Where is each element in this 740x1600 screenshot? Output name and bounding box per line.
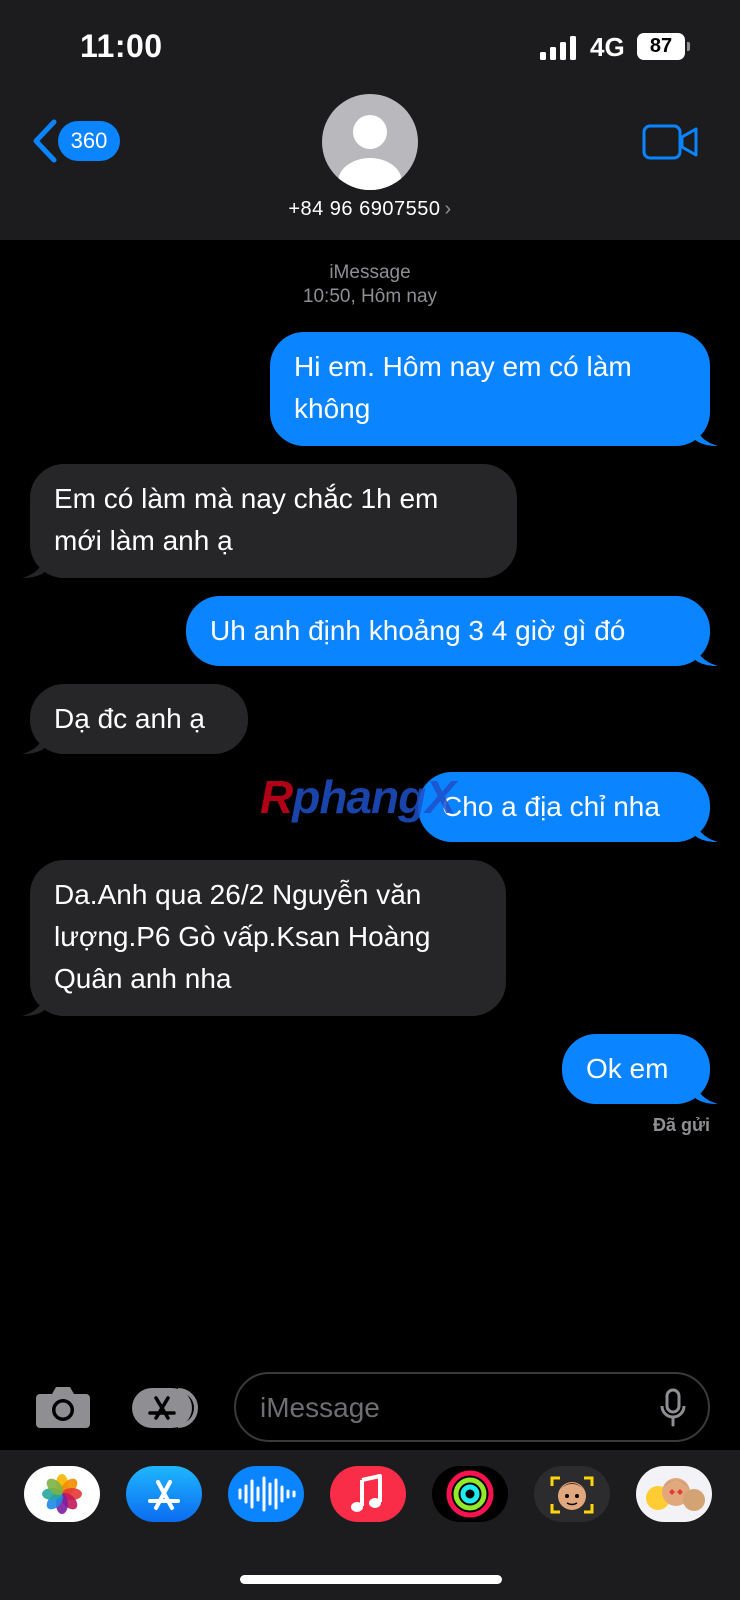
message-line: Quân anh nha: [54, 963, 232, 994]
message-line: Dạ đc anh ạ: [54, 703, 205, 734]
incoming-message[interactable]: Dạ đc anh ạ: [30, 684, 248, 754]
camera-icon[interactable]: [34, 1384, 92, 1430]
home-indicator[interactable]: [240, 1575, 502, 1584]
message-line: Cho a địa chỉ nha: [442, 791, 660, 822]
bubble-tail: [22, 728, 46, 754]
message-line: Ok em: [586, 1053, 669, 1084]
memoji-icon[interactable]: [534, 1466, 610, 1522]
back-chevron-icon[interactable]: [30, 118, 60, 164]
bubble-tail: [694, 1078, 718, 1104]
incoming-message[interactable]: Em có làm mà nay chắc 1h em mới làm anh …: [30, 464, 517, 578]
contact-chevron-icon: ›: [444, 198, 452, 220]
outgoing-message[interactable]: Cho a địa chỉ nha: [418, 772, 710, 842]
bubble-tail: [694, 816, 718, 842]
bubble-tail: [22, 552, 46, 578]
cellular-signal-icon: [540, 36, 576, 60]
watermark-r: R: [260, 771, 293, 823]
network-type: 4G: [590, 32, 625, 62]
contact-name[interactable]: +84 96 6907550 ›: [0, 198, 740, 221]
activity-icon[interactable]: [432, 1466, 508, 1522]
status-time: 11:00: [80, 28, 163, 64]
message-line: mới làm anh ạ: [54, 525, 233, 556]
bubble-tail: [694, 420, 718, 446]
bubble-tail: [22, 990, 46, 1016]
outgoing-message[interactable]: Uh anh định khoảng 3 4 giờ gì đó: [186, 596, 710, 666]
memoji-stickers-icon[interactable]: [636, 1466, 712, 1522]
message-line: Em có làm mà nay chắc 1h em: [54, 483, 439, 514]
battery-nub: [687, 42, 690, 51]
message-line: Da.Anh qua 26/2 Nguyễn văn: [54, 879, 422, 910]
delivered-status: Đã gửi: [652, 1115, 710, 1135]
video-call-icon[interactable]: [642, 124, 698, 160]
photos-icon[interactable]: [24, 1466, 100, 1522]
message-line: Hi em. Hôm nay em có làm: [294, 351, 632, 382]
outgoing-message[interactable]: Ok em: [562, 1034, 710, 1104]
back-button-unread-badge[interactable]: 360: [58, 121, 120, 161]
contact-number: +84 96 6907550: [288, 198, 441, 220]
message-line: lượng.P6 Gò vấp.Ksan Hoàng: [54, 921, 431, 952]
battery-indicator: 87: [637, 33, 685, 60]
app-store-apps-icon[interactable]: [130, 1386, 202, 1430]
message-line: Uh anh định khoảng 3 4 giờ gì đó: [210, 615, 626, 646]
message-line: không: [294, 393, 371, 424]
outgoing-message[interactable]: Hi em. Hôm nay em có làm không: [270, 332, 710, 446]
audio-message-icon[interactable]: [228, 1466, 304, 1522]
message-input-placeholder: iMessage: [260, 1392, 380, 1423]
contact-avatar[interactable]: [322, 94, 418, 190]
music-icon[interactable]: [330, 1466, 406, 1522]
app-store-icon[interactable]: [126, 1466, 202, 1522]
incoming-message[interactable]: Da.Anh qua 26/2 Nguyễn văn lượng.P6 Gò v…: [30, 860, 506, 1016]
microphone-icon[interactable]: [660, 1388, 686, 1428]
message-input[interactable]: iMessage: [234, 1372, 710, 1442]
thread-timestamp: 10:50, Hôm nay: [302, 286, 438, 307]
service-label: iMessage: [329, 262, 411, 283]
bubble-tail: [694, 640, 718, 666]
